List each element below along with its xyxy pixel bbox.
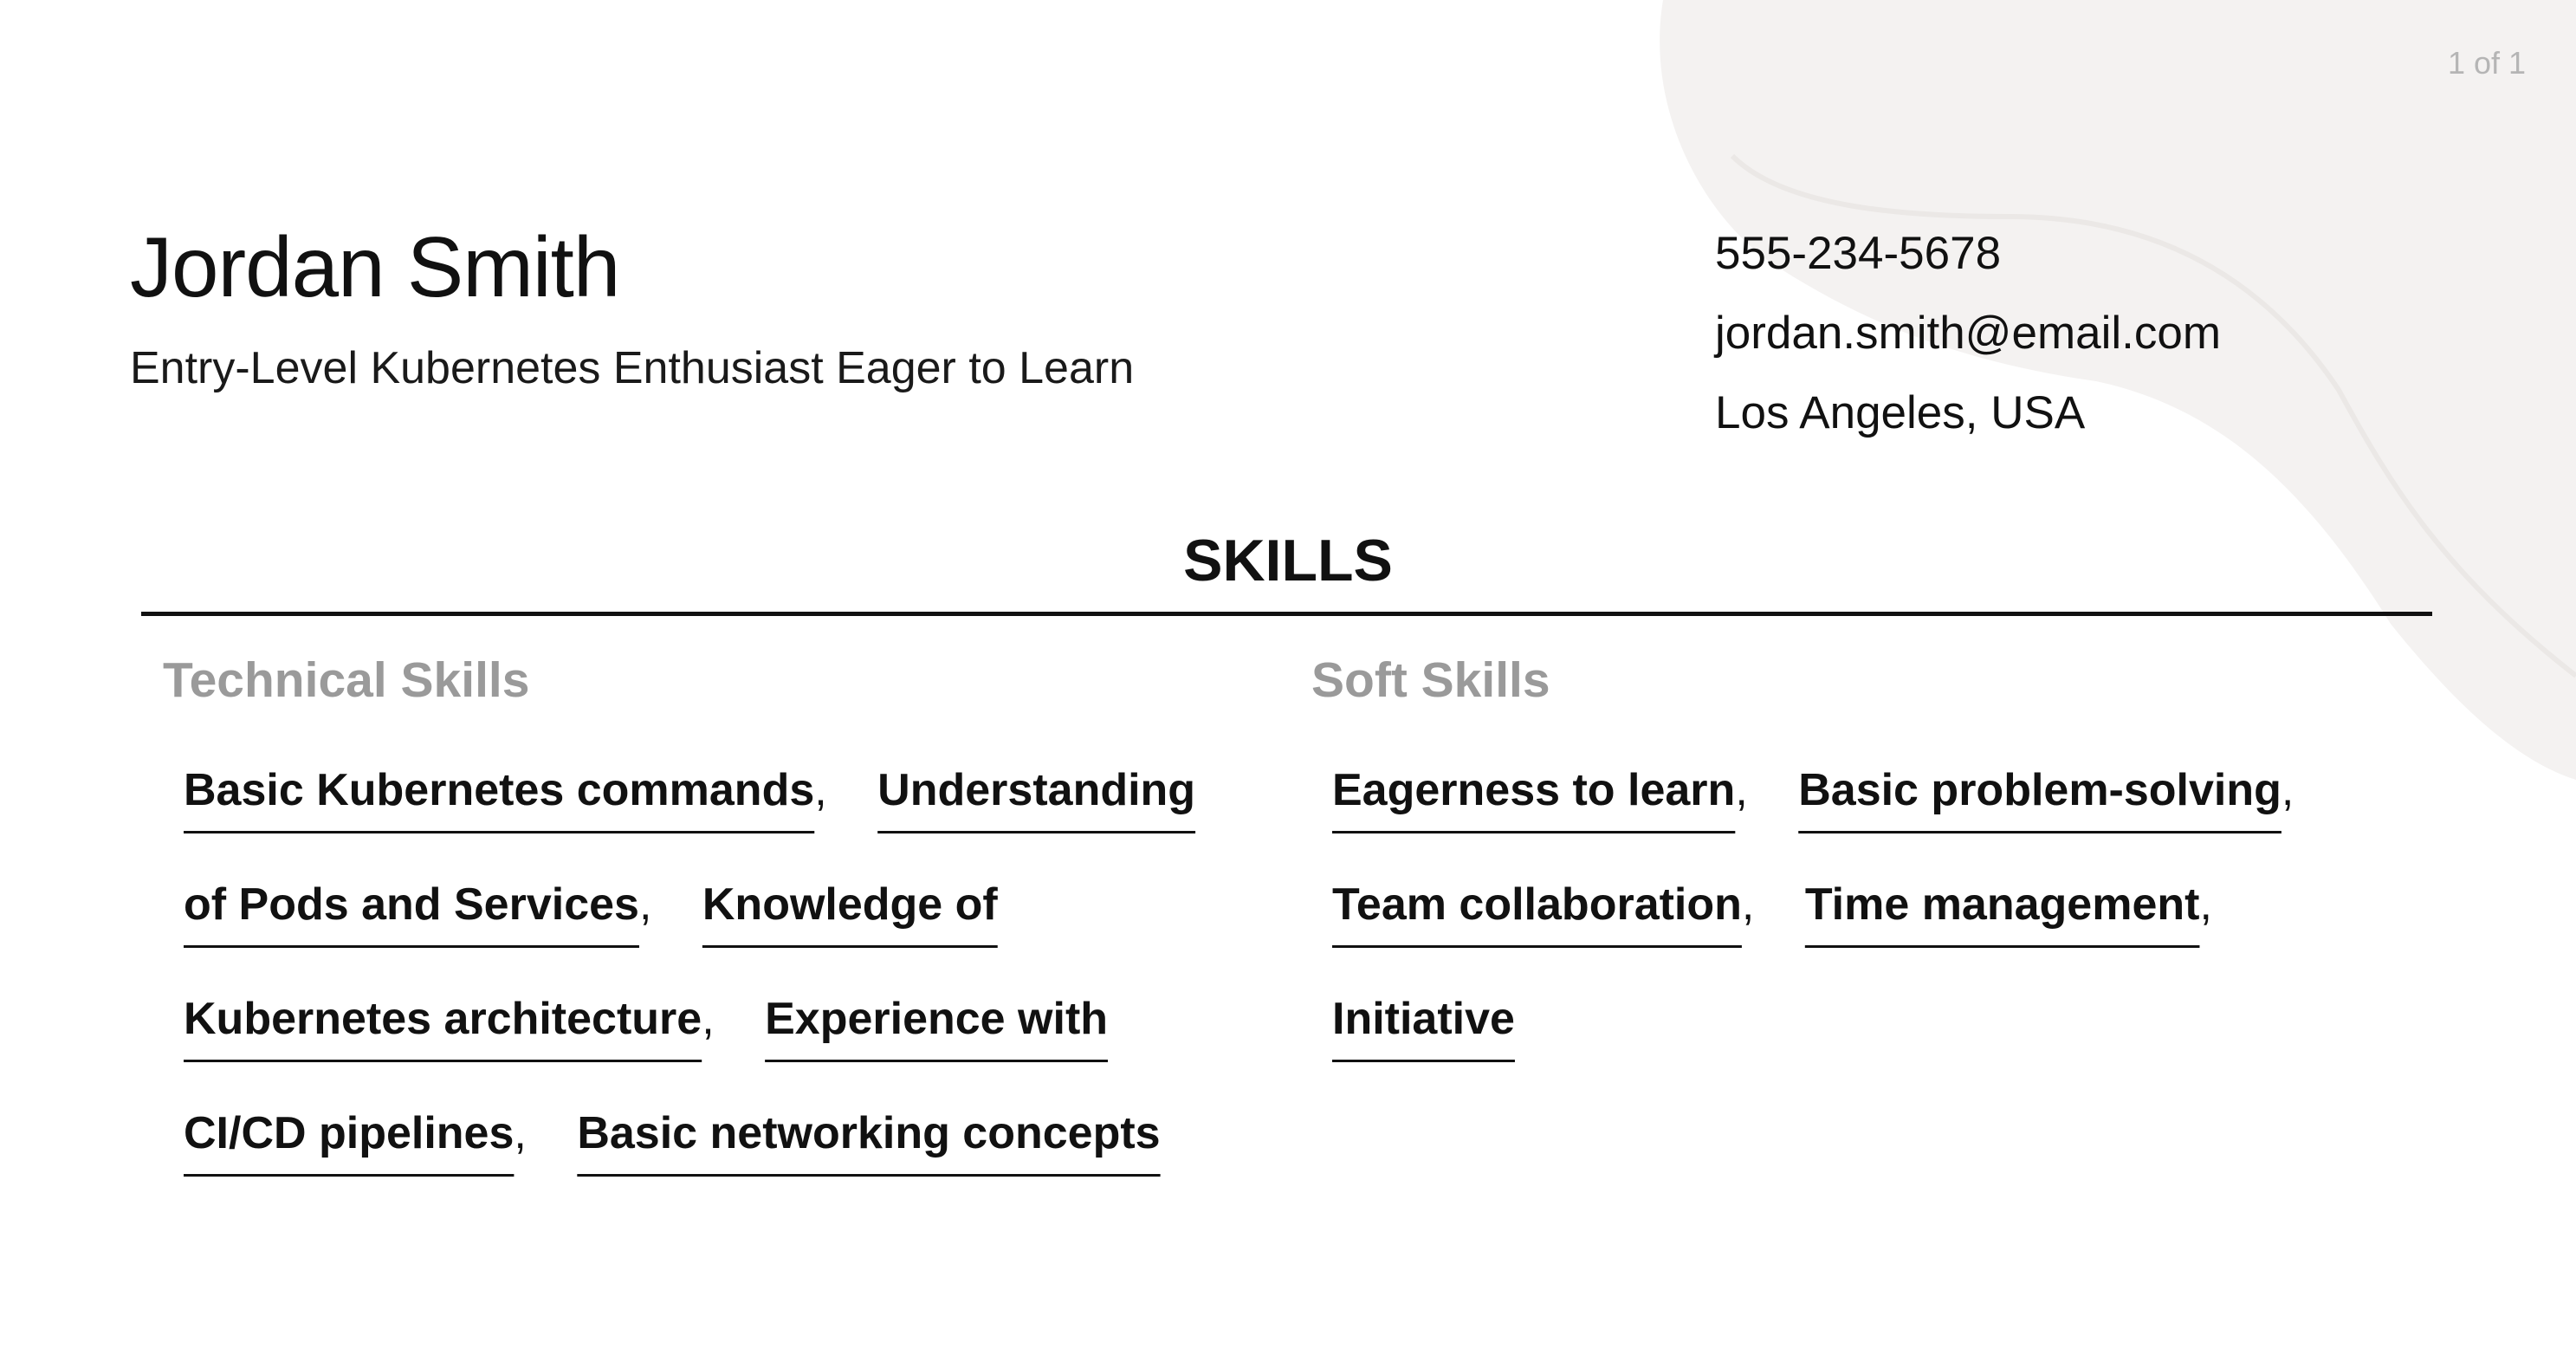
- skill-item: Basic problem-solving: [1798, 765, 2282, 815]
- contact-email: jordan.smith@email.com: [1715, 308, 2221, 359]
- page-indicator: 1 of 1: [2448, 45, 2527, 81]
- separator: ,: [638, 879, 652, 930]
- candidate-subtitle: Entry-Level Kubernetes Enthusiast Eager …: [130, 343, 1135, 393]
- skill-item: Basic Kubernetes commands: [184, 765, 815, 815]
- separator: ,: [2281, 765, 2294, 815]
- separator: ,: [1741, 879, 1755, 930]
- separator: ,: [1735, 765, 1748, 815]
- technical-skills-title: Technical Skills: [163, 652, 530, 708]
- candidate-name: Jordan Smith: [130, 219, 620, 315]
- skill-item: Time management: [1804, 879, 2200, 930]
- separator: ,: [514, 1108, 527, 1158]
- skill-item: Team collaboration: [1332, 879, 1742, 930]
- soft-skills-title: Soft Skills: [1311, 652, 1550, 708]
- separator: ,: [2199, 879, 2212, 930]
- skill-item: Basic networking concepts: [577, 1108, 1161, 1158]
- technical-skills-list: Basic Kubernetes commands, Understanding…: [184, 733, 1240, 1190]
- skill-item: Eagerness to learn: [1332, 765, 1736, 815]
- separator: ,: [814, 765, 827, 815]
- soft-skills-list: Eagerness to learn, Basic problem-solvin…: [1332, 733, 2424, 1076]
- section-divider: [141, 612, 2432, 616]
- contact-phone: 555-234-5678: [1715, 228, 2002, 279]
- separator: ,: [702, 994, 715, 1044]
- contact-location: Los Angeles, USA: [1715, 387, 2086, 438]
- skills-section-title: SKILLS: [1183, 528, 1393, 593]
- skill-item: Initiative: [1332, 994, 1515, 1044]
